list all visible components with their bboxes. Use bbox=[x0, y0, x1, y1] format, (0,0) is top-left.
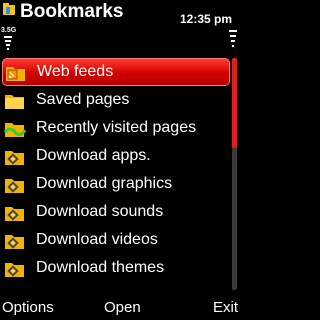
battery-icon bbox=[229, 30, 237, 47]
list-item-label: Download graphics bbox=[36, 175, 173, 192]
bookmark-folder-icon bbox=[3, 3, 15, 15]
list-item-label: Download themes bbox=[36, 259, 165, 276]
scrollbar-thumb[interactable] bbox=[232, 58, 237, 148]
list-item-download-apps[interactable]: Download apps. bbox=[2, 142, 230, 170]
feed-folder-icon bbox=[6, 67, 25, 81]
signal-strength-icon bbox=[4, 36, 12, 50]
list-item-label: Web feeds bbox=[37, 63, 114, 80]
list-item-web-feeds[interactable]: Web feeds bbox=[2, 58, 230, 86]
list-item-label: Download sounds bbox=[36, 203, 164, 220]
list-item-download-videos[interactable]: Download videos bbox=[2, 226, 230, 254]
softkey-bar: Options Open Exit bbox=[0, 294, 240, 320]
list-item-saved-pages[interactable]: Saved pages bbox=[2, 86, 230, 114]
download-folder-icon bbox=[5, 151, 24, 165]
list-item-download-graphics[interactable]: Download graphics bbox=[2, 170, 230, 198]
list-item-label: Download apps. bbox=[36, 147, 151, 164]
list-item-label: Download videos bbox=[36, 231, 158, 248]
status-bar: Bookmarks 12:35 pm 3.5G bbox=[0, 0, 240, 52]
recent-folder-icon bbox=[4, 123, 26, 137]
page-title: Bookmarks bbox=[20, 1, 124, 22]
download-folder-icon bbox=[5, 263, 24, 277]
bookmark-list: Web feeds Saved pages Recently visited p… bbox=[0, 58, 230, 282]
list-item-label: Saved pages bbox=[36, 91, 130, 108]
download-folder-icon bbox=[5, 235, 24, 249]
list-item-recently-visited[interactable]: Recently visited pages bbox=[2, 114, 230, 142]
list-item-label: Recently visited pages bbox=[36, 119, 197, 136]
open-softkey[interactable]: Open bbox=[104, 299, 141, 316]
clock: 12:35 pm bbox=[179, 12, 232, 26]
list-item-download-themes[interactable]: Download themes bbox=[2, 254, 230, 282]
download-folder-icon bbox=[5, 207, 24, 221]
scrollbar[interactable] bbox=[232, 58, 237, 290]
download-folder-icon bbox=[5, 179, 24, 193]
list-item-download-sounds[interactable]: Download sounds bbox=[2, 198, 230, 226]
options-softkey[interactable]: Options bbox=[2, 299, 54, 316]
folder-icon bbox=[5, 95, 24, 109]
network-type: 3.5G bbox=[1, 27, 17, 34]
exit-softkey[interactable]: Exit bbox=[213, 299, 238, 316]
